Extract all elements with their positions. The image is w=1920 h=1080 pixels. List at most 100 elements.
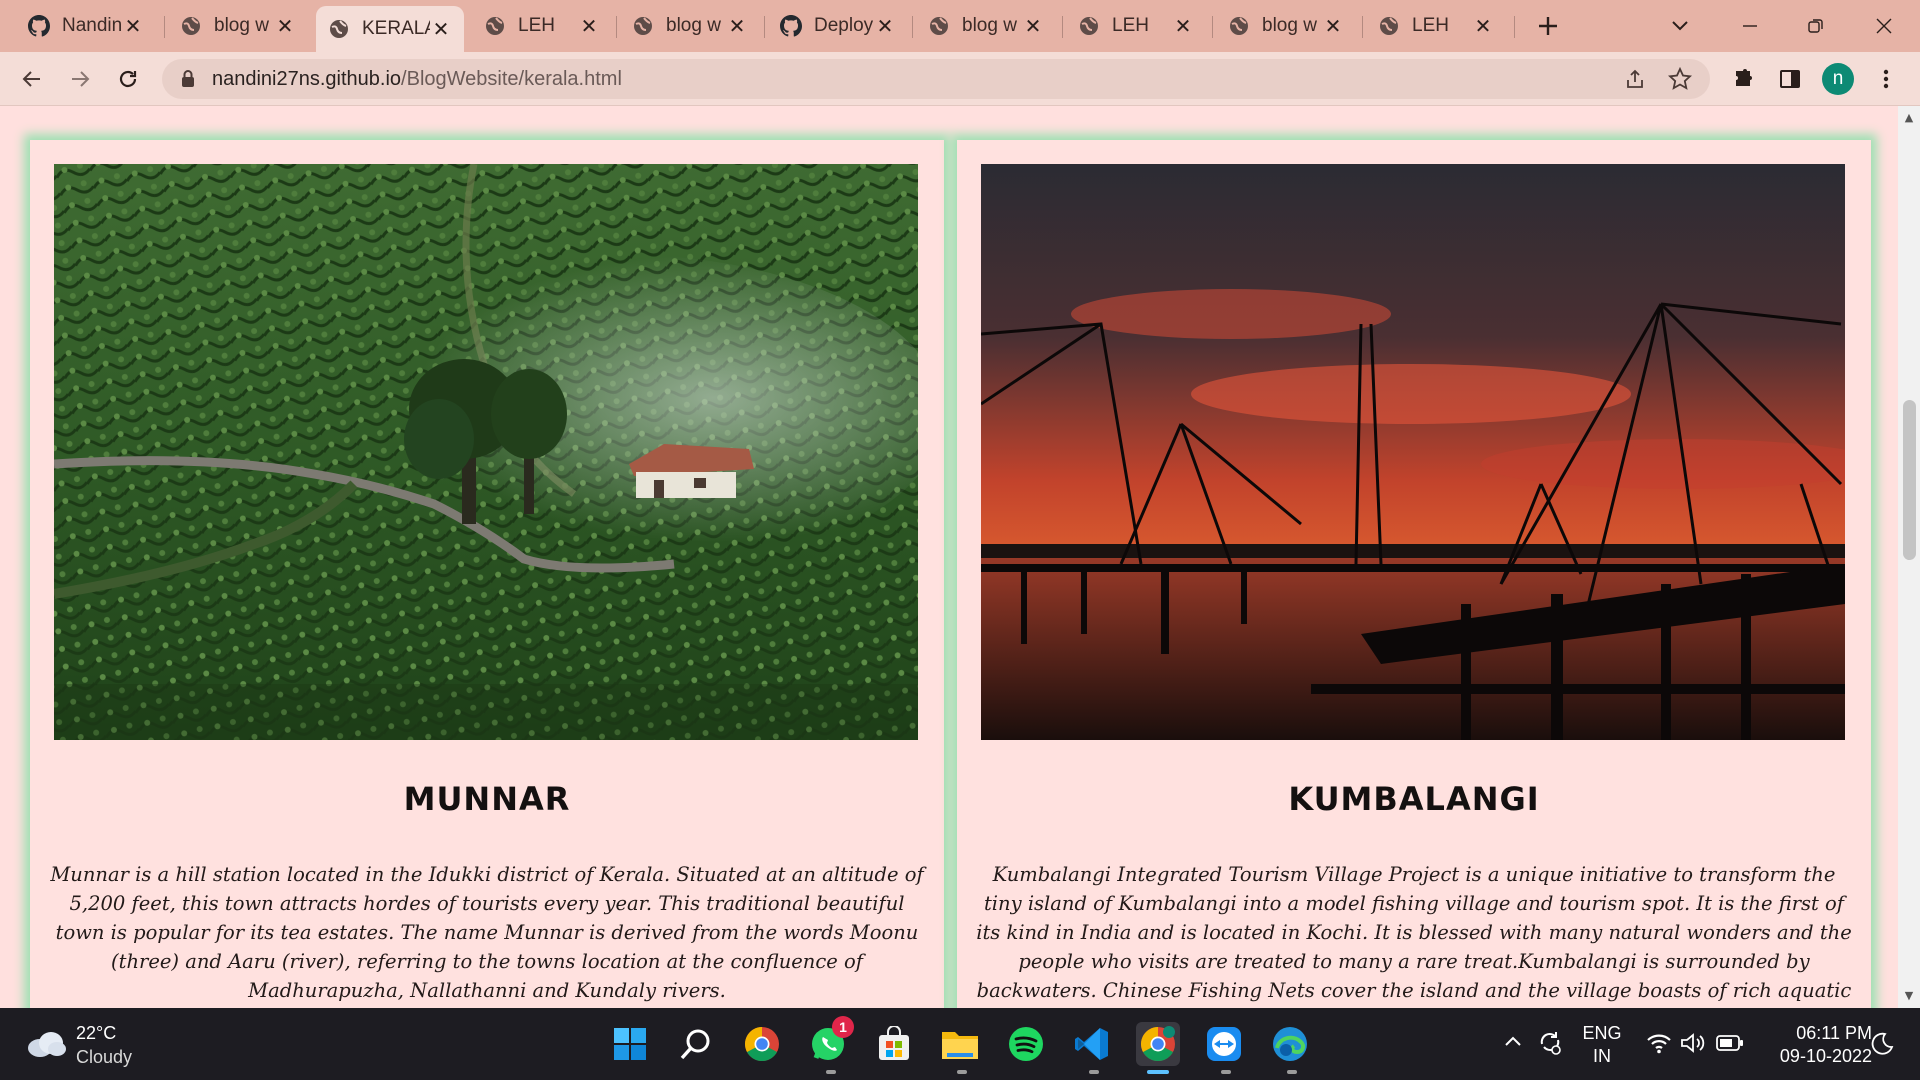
tab-title: blog w	[214, 15, 269, 36]
url-path: /BlogWebsite/kerala.html	[401, 68, 622, 90]
tab-title: LEH	[518, 15, 555, 36]
tab-divider	[912, 16, 913, 38]
globe-icon	[180, 15, 202, 37]
weather-widget[interactable]	[26, 1028, 66, 1063]
close-tab-icon[interactable]: ✕	[1022, 15, 1044, 38]
scroll-up-arrow[interactable]: ▲	[1903, 112, 1915, 124]
tab-blog[interactable]: blog w ✕	[1216, 6, 1356, 46]
address-bar[interactable]: nandini27ns.github.io/BlogWebsite/kerala…	[162, 59, 1710, 99]
plus-icon	[1539, 17, 1557, 35]
close-tab-icon[interactable]: ✕	[274, 15, 296, 38]
tab-title: LEH	[1412, 15, 1449, 36]
clock-date[interactable]: 09-10-2022	[1752, 1045, 1872, 1067]
taskbar-store[interactable]	[872, 1022, 916, 1066]
volume-icon[interactable]	[1680, 1032, 1706, 1059]
kumbalangi-photo	[981, 164, 1845, 740]
running-indicator	[1221, 1070, 1231, 1074]
taskbar-teamviewer[interactable]	[1202, 1022, 1246, 1066]
wifi-icon[interactable]	[1646, 1032, 1672, 1059]
url-text[interactable]: nandini27ns.github.io/BlogWebsite/kerala…	[212, 59, 622, 99]
tab-divider	[1362, 16, 1363, 38]
close-tab-icon[interactable]: ✕	[726, 15, 748, 38]
new-tab-button[interactable]	[1532, 10, 1564, 42]
tab-leh[interactable]: LEH ✕	[1066, 6, 1206, 46]
tab-kerala[interactable]: KERALA ✕	[316, 6, 464, 52]
arrow-left-icon	[22, 71, 40, 87]
tab-search-button[interactable]	[1664, 10, 1696, 42]
share-icon[interactable]	[1624, 68, 1646, 94]
spotify-icon	[1009, 1027, 1043, 1061]
language-secondary[interactable]: IN	[1582, 1045, 1622, 1067]
reload-button[interactable]	[110, 61, 146, 97]
tab-blog[interactable]: blog w ✕	[916, 6, 1056, 46]
forward-button[interactable]	[62, 61, 98, 97]
github-icon	[28, 15, 50, 37]
side-panel-button[interactable]	[1772, 61, 1808, 97]
tab-title: Deploy	[814, 15, 874, 36]
sync-icon[interactable]	[1536, 1028, 1564, 1061]
taskbar-chrome-profile[interactable]	[1136, 1022, 1180, 1066]
language-primary[interactable]: ENG	[1582, 1022, 1622, 1044]
globe-icon	[928, 15, 950, 37]
close-tab-icon[interactable]: ✕	[122, 15, 144, 38]
taskbar-edge[interactable]	[1268, 1022, 1312, 1066]
close-tab-icon[interactable]: ✕	[1472, 15, 1494, 38]
globe-icon	[328, 18, 350, 40]
lock-icon[interactable]	[180, 69, 196, 93]
scroll-thumb[interactable]	[1903, 400, 1916, 560]
close-tab-icon[interactable]: ✕	[430, 18, 452, 41]
side-panel-icon	[1780, 70, 1800, 88]
tab-nandini[interactable]: Nandini ✕	[16, 6, 156, 46]
url-host: nandini27ns.github.io	[212, 68, 402, 90]
folder-icon	[942, 1032, 978, 1059]
globe-icon	[632, 15, 654, 37]
chrome-icon	[745, 1027, 779, 1061]
show-hidden-icons-button[interactable]	[1504, 1034, 1522, 1052]
restore-button[interactable]	[1796, 10, 1836, 42]
tab-title: KERALA	[362, 18, 430, 39]
close-tab-icon[interactable]: ✕	[1172, 15, 1194, 38]
tab-leh[interactable]: LEH ✕	[472, 6, 612, 46]
avatar: n	[1822, 63, 1854, 95]
extensions-button[interactable]	[1726, 61, 1762, 97]
close-tab-icon[interactable]: ✕	[578, 15, 600, 38]
focus-assist-icon[interactable]	[1870, 1032, 1894, 1061]
taskbar-file-explorer[interactable]	[938, 1022, 982, 1066]
tab-blog[interactable]: blog w ✕	[168, 6, 308, 46]
destination-card-munnar: MUNNAR Munnar is a hill station located …	[30, 140, 944, 1008]
tab-strip: Nandini ✕ blog w ✕ KERALA ✕ LEH ✕ blog w…	[0, 0, 1920, 52]
reload-icon	[119, 70, 137, 88]
card-title: MUNNAR	[403, 780, 571, 818]
github-icon	[780, 15, 802, 37]
taskbar-spotify[interactable]	[1004, 1022, 1048, 1066]
close-window-button[interactable]	[1864, 10, 1904, 42]
taskbar-whatsapp[interactable]: 1	[806, 1016, 854, 1066]
globe-icon	[1228, 15, 1250, 37]
running-indicator	[957, 1070, 967, 1074]
profile-button[interactable]: n	[1820, 61, 1856, 97]
start-button[interactable]	[608, 1022, 652, 1066]
tab-leh[interactable]: LEH ✕	[1366, 6, 1506, 46]
card-description: Kumbalangi Integrated Tourism Village Pr…	[976, 863, 1852, 1002]
page-scrollbar[interactable]: ▲ ▼	[1898, 106, 1920, 1008]
tab-deploy[interactable]: Deploy ✕	[768, 6, 908, 46]
minimize-button[interactable]	[1730, 10, 1770, 42]
chevron-down-icon	[1672, 21, 1688, 31]
taskbar-chrome[interactable]	[740, 1022, 784, 1066]
clock-time[interactable]: 06:11 PM	[1752, 1022, 1872, 1044]
battery-icon[interactable]	[1716, 1034, 1744, 1057]
close-tab-icon[interactable]: ✕	[1322, 15, 1344, 38]
search-button[interactable]	[674, 1022, 718, 1066]
taskbar-vscode[interactable]	[1070, 1022, 1114, 1066]
globe-icon	[484, 15, 506, 37]
back-button[interactable]	[14, 61, 50, 97]
menu-button[interactable]	[1868, 61, 1904, 97]
tab-blog[interactable]: blog w ✕	[620, 6, 760, 46]
puzzle-icon	[1736, 69, 1752, 86]
scroll-down-arrow[interactable]: ▼	[1903, 990, 1915, 1002]
tab-divider	[764, 16, 765, 38]
bookmark-star-icon[interactable]	[1667, 66, 1693, 95]
globe-icon	[1078, 15, 1100, 37]
close-tab-icon[interactable]: ✕	[874, 15, 896, 38]
page-content: MUNNAR Munnar is a hill station located …	[0, 106, 1898, 1008]
